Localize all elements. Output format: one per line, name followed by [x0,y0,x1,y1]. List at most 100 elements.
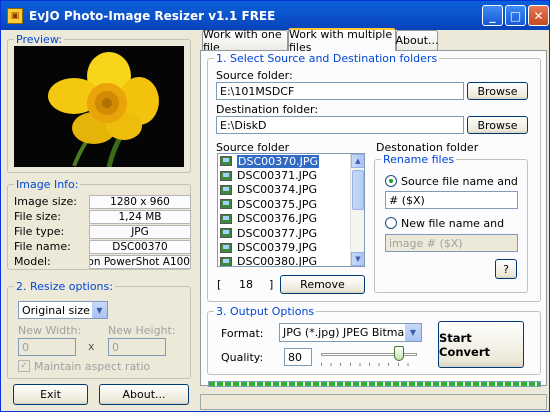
list-item[interactable]: DSC00380.JPG [218,255,364,267]
file-name: DSC00380.JPG [237,255,318,267]
minimize-icon: _ [489,8,496,23]
resize-options-legend: 2. Resize options: [14,280,115,293]
output-options-legend: 3. Output Options [214,305,317,318]
rename-source-radio[interactable] [385,175,397,187]
source-folder-input[interactable]: E:\101MSDCF [216,82,464,100]
resize-mode-value: Original size [22,304,90,317]
about-label: About... [122,388,166,401]
file-list[interactable]: DSC00370.JPG DSC00371.JPG DSC00374.JPG D… [217,153,365,267]
help-icon: ? [503,262,509,276]
file-name: DSC00376.JPG [237,212,318,226]
rename-new-label: New file name and [401,217,505,230]
image-file-icon [220,199,232,210]
preview-image [14,46,184,167]
quality-slider-ticks [321,363,417,366]
destination-folder-input[interactable]: E:\DiskD [216,116,464,134]
start-convert-button[interactable]: Start Convert [438,321,524,368]
quality-input[interactable]: 80 [284,348,312,366]
destination-browse-button[interactable]: Browse [467,116,528,134]
model-label: Model: [14,255,51,268]
file-name: DSC00371.JPG [237,169,318,183]
help-button[interactable]: ? [495,259,517,279]
file-type-value: JPG [89,225,191,239]
status-bar [200,394,547,410]
rename-files-legend: Rename files [381,153,457,166]
progress-bar [208,381,541,387]
maintain-aspect-label: Maintain aspect ratio [34,360,151,373]
file-count: 18 [239,278,253,291]
source-browse-button[interactable]: Browse [467,82,528,100]
image-size-value: 1280 x 960 [89,195,191,209]
rename-source-label: Source file name and [401,175,518,188]
file-type-label: File type: [14,225,65,238]
maximize-button[interactable]: □ [505,5,526,26]
resize-options-group: 2. Resize options: Original size ▼ New W… [7,280,191,379]
file-size-value: 1,24 MB [89,210,191,224]
app-window: ▣ EvJO Photo-Image Resizer v1.1 FREE _ □… [0,0,550,412]
new-width-input[interactable]: 0 [18,338,76,356]
rename-source-input[interactable]: # ($X) [385,191,518,209]
scroll-down-icon[interactable]: ▼ [351,252,364,266]
image-file-icon [220,242,232,253]
list-item[interactable]: DSC00376.JPG [218,212,364,226]
minimize-button[interactable]: _ [482,5,503,26]
image-file-icon [220,256,232,266]
app-icon: ▣ [7,7,23,24]
rename-new-radio[interactable] [385,217,397,229]
dimension-separator: x [88,340,95,353]
file-name: DSC00374.JPG [237,183,318,197]
list-item[interactable]: DSC00379.JPG [218,240,364,254]
destination-browse-label: Browse [477,118,518,132]
file-name: DSC00379.JPG [237,241,318,255]
source-browse-label: Browse [477,84,518,98]
image-file-icon [220,228,232,239]
new-height-label: New Height: [108,324,176,337]
list-item[interactable]: DSC00370.JPG [218,154,364,168]
list-item[interactable]: DSC00374.JPG [218,183,364,197]
scroll-thumb[interactable] [352,170,364,210]
format-value: JPG (*.jpg) JPEG Bitmap [283,326,412,339]
close-button[interactable]: ✕ [528,5,549,26]
tab-about[interactable]: About... [395,30,439,50]
list-item[interactable]: DSC00371.JPG [218,168,364,182]
list-item[interactable]: DSC00377.JPG [218,226,364,240]
preview-group: Preview: [7,33,191,173]
tab-about-label: About... [395,34,439,47]
quality-slider-thumb[interactable] [394,346,404,361]
rename-new-input[interactable]: image # ($X) [385,234,518,252]
file-size-label: File size: [14,210,61,223]
image-info-legend: Image Info: [14,178,81,191]
close-icon: ✕ [533,8,544,23]
remove-label: Remove [300,278,345,291]
exit-button[interactable]: Exit [13,384,88,405]
file-name: DSC00377.JPG [237,226,318,240]
count-bracket-left: [ [217,278,222,291]
file-name: DSC00370.JPG [237,154,320,168]
start-convert-label: Start Convert [439,330,490,359]
image-size-label: Image size: [14,195,77,208]
maximize-icon: □ [509,8,522,23]
image-file-icon [220,213,232,224]
chevron-down-icon[interactable]: ▼ [92,302,107,318]
list-item[interactable]: DSC00375.JPG [218,197,364,211]
title-bar[interactable]: ▣ EvJO Photo-Image Resizer v1.1 FREE _ □… [1,1,549,30]
tab-multiple-files-label: Work with multiple files [289,27,393,54]
preview-legend: Preview: [14,33,64,46]
tab-one-file[interactable]: Work with one file [202,28,288,54]
image-info-group: Image Info: Image size: 1280 x 960 File … [7,178,191,270]
file-name-label: File name: [14,240,71,253]
image-file-icon [220,170,232,181]
scroll-up-icon[interactable]: ▲ [351,154,364,168]
file-name-value: DSC00370 [89,240,191,254]
file-list-scrollbar[interactable]: ▲ ▼ [350,154,364,266]
about-button[interactable]: About... [99,384,189,405]
format-label: Format: [221,327,264,340]
format-select[interactable]: JPG (*.jpg) JPEG Bitmap ▼ [279,323,422,342]
resize-mode-select[interactable]: Original size ▼ [18,301,108,319]
maintain-aspect-checkbox[interactable]: ✓ [18,360,30,372]
chevron-down-icon[interactable]: ▼ [405,324,421,341]
tab-multiple-files[interactable]: Work with multiple files [288,27,396,54]
destination-folder-label: Destination folder: [216,103,319,116]
new-height-input[interactable]: 0 [108,338,166,356]
remove-button[interactable]: Remove [280,275,365,294]
